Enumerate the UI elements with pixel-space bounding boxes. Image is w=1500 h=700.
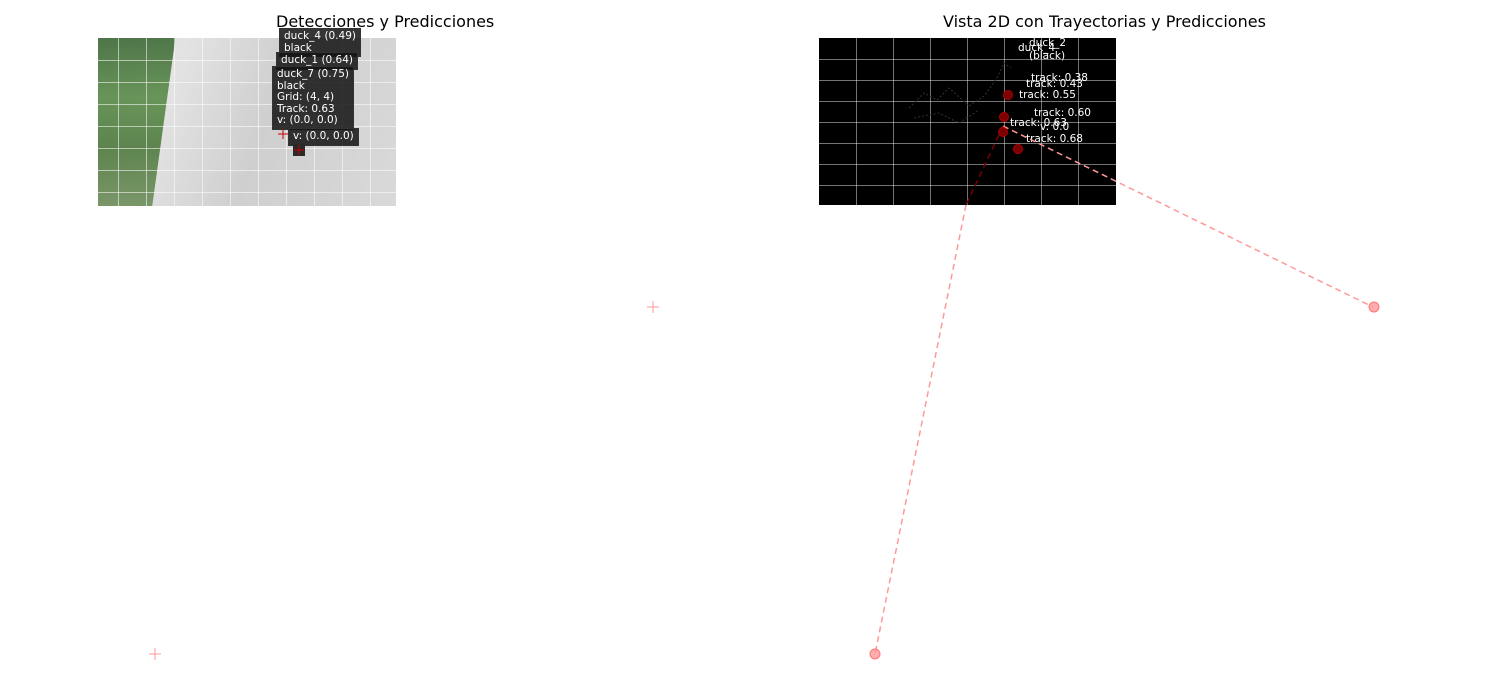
track-point-marker: [999, 112, 1009, 122]
prediction-point-marker: [1368, 301, 1380, 313]
trajectory-line: [1002, 125, 1374, 308]
track-point-marker: [1013, 144, 1023, 154]
trajectory-line: [965, 125, 1004, 206]
track-point-marker: [998, 127, 1008, 137]
prediction-point-marker: [869, 648, 881, 660]
trajectory-overlay: [869, 90, 1380, 660]
trajectory-line: [874, 204, 967, 655]
track-point-marker: [1003, 90, 1013, 100]
